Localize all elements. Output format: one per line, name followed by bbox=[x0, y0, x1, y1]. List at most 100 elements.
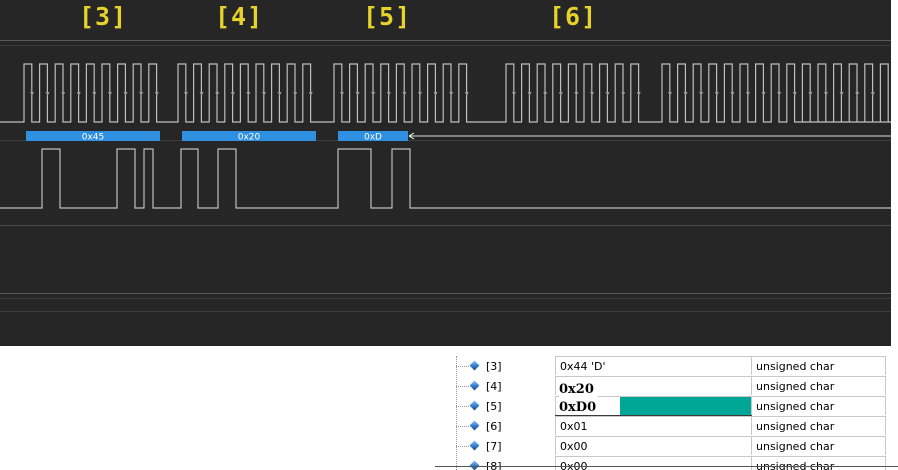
sample-marker bbox=[418, 92, 422, 96]
sample-marker bbox=[30, 92, 34, 96]
tree-connector bbox=[456, 406, 469, 407]
data-waveform bbox=[0, 148, 891, 209]
type-cell: unsigned char bbox=[751, 376, 886, 395]
variable-diamond-icon bbox=[469, 380, 480, 391]
sample-marker bbox=[184, 92, 188, 96]
sample-marker bbox=[792, 92, 797, 96]
sample-marker bbox=[402, 92, 407, 96]
sample-marker bbox=[730, 92, 735, 96]
sample-marker bbox=[855, 92, 860, 96]
sample-marker bbox=[386, 92, 391, 96]
watch-row[interactable]: [7] 0x00 unsigned char bbox=[450, 436, 890, 456]
watch-row[interactable]: [6] 0x01 unsigned char bbox=[450, 416, 890, 436]
tree-connector bbox=[456, 366, 469, 367]
bus-value-label: 0xD bbox=[364, 133, 382, 143]
sample-marker bbox=[808, 92, 813, 96]
frame-label-5: [5] bbox=[363, 2, 412, 31]
sample-marker bbox=[108, 92, 112, 96]
sample-marker bbox=[45, 92, 50, 96]
type-text: unsigned char bbox=[756, 420, 835, 433]
frame-label-3: [3] bbox=[79, 2, 128, 31]
sample-marker bbox=[512, 92, 516, 96]
type-cell: unsigned char bbox=[751, 456, 886, 470]
sample-marker bbox=[543, 92, 548, 96]
sample-marker bbox=[277, 92, 282, 96]
sample-marker bbox=[355, 92, 360, 96]
watch-row[interactable]: [8] 0x00 unsigned char bbox=[450, 456, 890, 470]
bus-value-label: 0x45 bbox=[82, 133, 105, 143]
sample-marker bbox=[154, 92, 159, 96]
value-text: 0x44 'D' bbox=[560, 360, 606, 373]
sample-marker bbox=[76, 92, 81, 96]
waveform-canvas: 0x45 0x20 0xD bbox=[0, 40, 891, 312]
value-cell[interactable]: 0x00 bbox=[555, 456, 751, 470]
sample-marker bbox=[839, 92, 844, 96]
sample-marker bbox=[870, 92, 875, 96]
row-name: [3] bbox=[486, 360, 502, 373]
type-cell: unsigned char bbox=[751, 356, 886, 375]
logic-analyzer-view: 0x45 0x20 0xD [3] [4] [5] [6] bbox=[0, 0, 891, 346]
variable-diamond-icon bbox=[469, 420, 480, 431]
frame-label-4: [4] bbox=[215, 2, 264, 31]
sample-marker bbox=[590, 92, 594, 96]
sample-marker bbox=[605, 92, 610, 96]
variable-diamond-icon bbox=[469, 440, 480, 451]
sample-marker bbox=[777, 92, 782, 96]
sample-marker bbox=[636, 92, 641, 96]
watch-row[interactable]: [3] 0x44 'D' unsigned char bbox=[450, 356, 890, 376]
type-text: unsigned char bbox=[756, 460, 835, 470]
sample-marker bbox=[714, 92, 719, 96]
row-name: [7] bbox=[486, 440, 502, 453]
sample-marker bbox=[293, 92, 298, 96]
type-cell: unsigned char bbox=[751, 436, 886, 455]
sample-marker bbox=[371, 92, 376, 96]
row-name: [5] bbox=[486, 400, 502, 413]
row-name: [6] bbox=[486, 420, 502, 433]
sample-marker bbox=[558, 92, 563, 96]
sample-marker bbox=[61, 92, 66, 96]
bus-value-label: 0x20 bbox=[238, 133, 261, 143]
value-text: 0x00 bbox=[560, 460, 588, 470]
sample-marker bbox=[123, 92, 128, 96]
sample-marker bbox=[433, 92, 438, 96]
type-cell: unsigned char bbox=[751, 396, 886, 415]
type-cell: unsigned char bbox=[751, 416, 886, 435]
sample-marker bbox=[668, 92, 672, 96]
type-text: unsigned char bbox=[756, 360, 835, 373]
type-text: unsigned char bbox=[756, 380, 835, 393]
bottom-divider bbox=[435, 466, 898, 467]
watch-row[interactable]: [4] unsigned char bbox=[450, 376, 890, 396]
tree-connector bbox=[456, 446, 469, 447]
value-highlight bbox=[620, 397, 751, 416]
sample-marker bbox=[824, 92, 828, 96]
sample-marker bbox=[464, 92, 469, 96]
tree-connector bbox=[456, 426, 469, 427]
sample-marker bbox=[621, 92, 626, 96]
variable-diamond-icon bbox=[469, 360, 480, 371]
value-text: 0x01 bbox=[560, 420, 588, 433]
sample-marker bbox=[308, 92, 313, 96]
value-cell[interactable]: 0x44 'D' bbox=[555, 356, 751, 375]
value-cell[interactable]: 0x01 bbox=[555, 416, 751, 435]
type-text: unsigned char bbox=[756, 440, 835, 453]
sample-marker bbox=[92, 92, 97, 96]
sample-marker bbox=[139, 92, 144, 96]
value-cell[interactable]: 0x00 bbox=[555, 436, 751, 455]
annotation-underline bbox=[555, 415, 752, 416]
row-name: [8] bbox=[486, 460, 502, 470]
sample-marker bbox=[262, 92, 266, 96]
sample-marker bbox=[215, 92, 220, 96]
sample-marker bbox=[699, 92, 704, 96]
sample-marker bbox=[746, 92, 750, 96]
row-name: [4] bbox=[486, 380, 502, 393]
sample-marker bbox=[683, 92, 688, 96]
frame-label-6: [6] bbox=[549, 2, 598, 31]
value-text: 0x00 bbox=[560, 440, 588, 453]
variable-diamond-icon bbox=[469, 400, 480, 411]
sample-marker bbox=[527, 92, 532, 96]
sample-marker bbox=[449, 92, 454, 96]
sample-marker bbox=[340, 92, 344, 96]
annotation-value-0x20: 0x20 bbox=[559, 382, 598, 397]
sample-marker bbox=[199, 92, 204, 96]
sample-marker bbox=[574, 92, 579, 96]
